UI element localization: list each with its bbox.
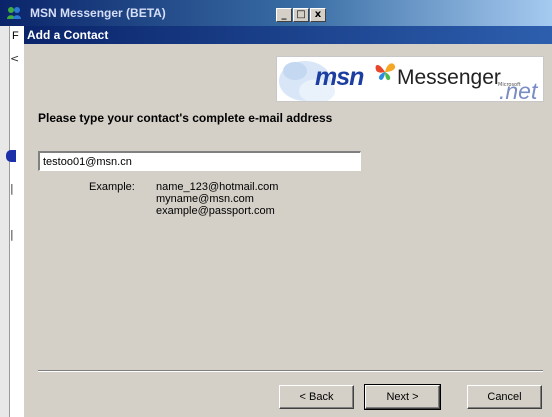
contact-list-strip [0, 26, 10, 417]
cancel-button[interactable]: Cancel [467, 385, 542, 409]
dialog-body: msn Messenger Microsoft .net Please type… [24, 44, 552, 417]
close-button[interactable]: x [310, 8, 326, 22]
msn-logo-text: msn [315, 63, 364, 91]
button-separator [38, 370, 543, 372]
list-divider-mark: | [10, 182, 14, 195]
example-address-line: myname@msn.com [156, 193, 254, 205]
msn-butterfly-icon [375, 63, 396, 81]
next-button[interactable]: Next > [364, 384, 441, 410]
msn-messenger-banner: msn Messenger Microsoft .net [276, 56, 544, 102]
contact-status-icon [6, 150, 16, 162]
msn-buddy-icon [7, 7, 21, 19]
file-menu-partial[interactable]: F [12, 30, 19, 42]
list-divider-mark: | [10, 228, 14, 241]
collapse-arrow-icon[interactable]: < [10, 52, 19, 65]
dialog-title: Add a Contact [27, 28, 109, 42]
instruction-text: Please type your contact's complete e-ma… [38, 111, 333, 125]
msn-messenger-titlebar[interactable]: MSN Messenger (BETA) _ □ x [0, 0, 552, 26]
example-address-line: example@passport.com [156, 205, 275, 217]
dotnet-logo-text: .net [499, 78, 538, 102]
example-addresses: name_123@hotmail.com myname@msn.com exam… [156, 181, 278, 217]
example-label: Example: [89, 181, 135, 193]
minimize-button[interactable]: _ [276, 8, 292, 22]
messenger-logo-text: Messenger [397, 66, 501, 89]
maximize-button[interactable]: □ [293, 8, 309, 22]
add-contact-titlebar[interactable]: Add a Contact [24, 26, 552, 44]
email-address-input[interactable] [38, 151, 361, 171]
example-address-line: name_123@hotmail.com [156, 181, 279, 193]
msn-messenger-title: MSN Messenger (BETA) [30, 6, 166, 20]
add-contact-dialog: Add a Contact msn Messenger Microsoft .n… [23, 26, 552, 417]
back-button[interactable]: < Back [279, 385, 354, 409]
